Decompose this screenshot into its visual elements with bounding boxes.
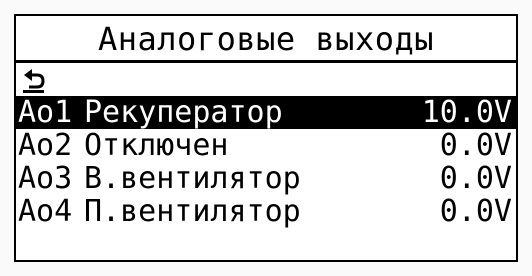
title-divider <box>16 60 516 63</box>
return-arrow-icon <box>23 69 45 93</box>
output-id: Ao3 <box>18 161 73 196</box>
output-id: Ao1 <box>18 95 73 130</box>
page-title: Аналоговые выходы <box>97 20 434 58</box>
output-name: Рекуператор <box>84 96 283 129</box>
output-value: 0.0V <box>439 128 512 163</box>
list-item-ao2[interactable]: Ao2 Отключен 0.0V <box>16 129 516 162</box>
output-id: Ao2 <box>18 128 73 163</box>
output-value: 10.0V <box>421 95 512 130</box>
output-value: 0.0V <box>439 161 512 196</box>
back-button[interactable] <box>20 68 48 94</box>
output-name: В.вентилятор <box>84 162 301 195</box>
output-value: 0.0V <box>439 194 512 229</box>
device-frame: Аналоговые выходы Ao1 Рекуператор 10.0V … <box>0 0 532 276</box>
list-item-ao1[interactable]: Ao1 Рекуператор 10.0V <box>16 96 516 129</box>
output-name: П.вентилятор <box>84 195 301 228</box>
output-id: Ao4 <box>18 194 73 229</box>
list-item-ao3[interactable]: Ao3 В.вентилятор 0.0V <box>16 162 516 195</box>
lcd-screen: Аналоговые выходы Ao1 Рекуператор 10.0V … <box>14 14 518 262</box>
list-item-ao4[interactable]: Ao4 П.вентилятор 0.0V <box>16 195 516 228</box>
output-name: Отключен <box>84 129 229 162</box>
